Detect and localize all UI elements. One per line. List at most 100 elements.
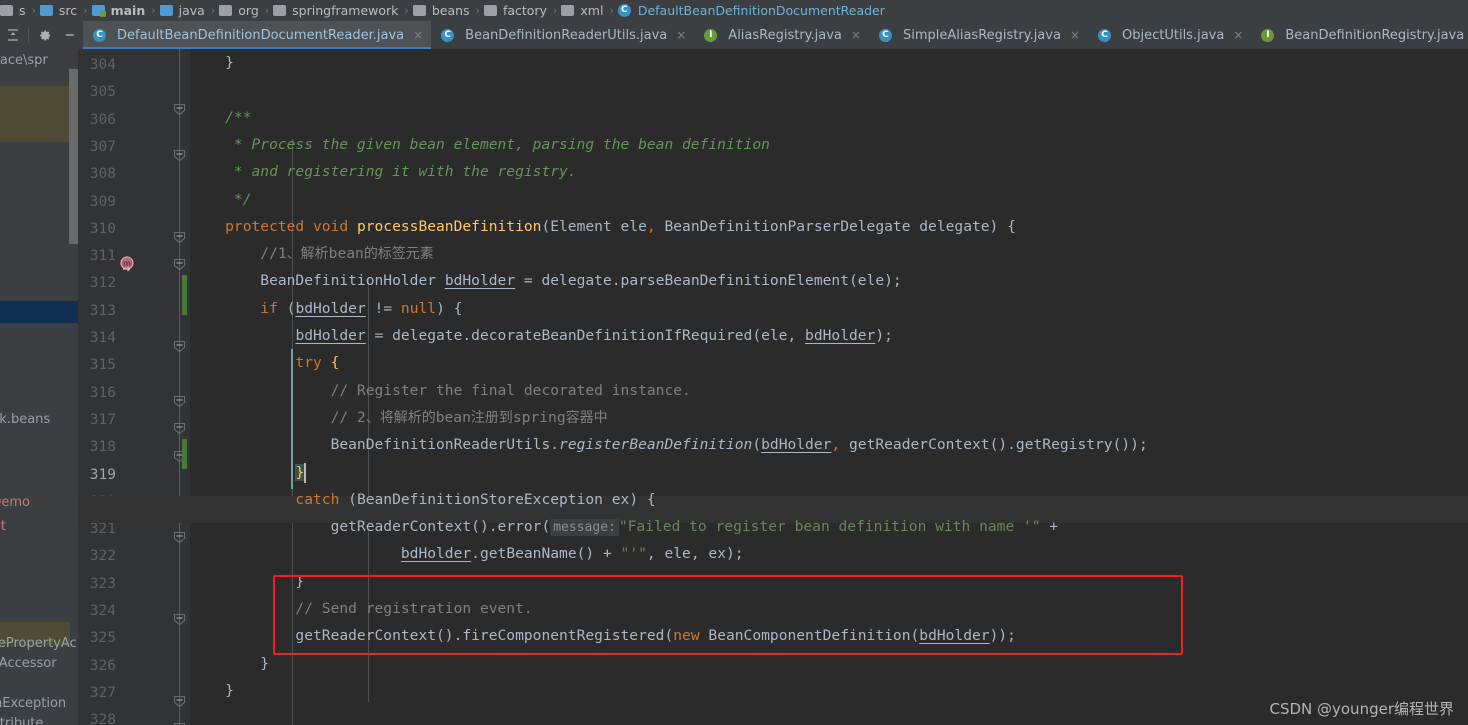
left-panel-selected-row[interactable] xyxy=(0,301,78,323)
line-number-314[interactable]: 314 xyxy=(78,325,116,352)
left-panel-row[interactable]: onException xyxy=(0,696,66,711)
close-tab-icon[interactable]: × xyxy=(676,28,686,42)
fold-marker-304[interactable] xyxy=(173,101,186,116)
left-panel-scrollbar[interactable] xyxy=(69,69,78,244)
breadcrumb-item-defaultbeandefinitiondocumentreader[interactable]: C DefaultBeanDefinitionDocumentReader xyxy=(617,0,887,21)
line-number-305[interactable]: 305 xyxy=(78,79,116,106)
close-tab-icon[interactable]: × xyxy=(1233,28,1243,42)
vcs-change-bar[interactable] xyxy=(182,275,187,315)
left-panel-row[interactable]: Attribute xyxy=(0,716,43,725)
line-number-313[interactable]: 313 xyxy=(78,298,116,325)
fold-marker-323[interactable] xyxy=(173,611,186,626)
line-number-307[interactable]: 307 xyxy=(78,134,116,161)
code-editor[interactable]: 304 305 306 307 308 309 310 311 312 313 314 315 316 3… xyxy=(78,49,1468,725)
code-line-318[interactable]: BeanDefinitionReaderUtils.registerBeanDe… xyxy=(190,431,1148,458)
code-line-317[interactable]: // 2、将解析的bean注册到spring容器中 xyxy=(190,404,608,431)
left-panel-row[interactable]: tyAccessor xyxy=(0,656,57,671)
editor-tab-defaultbeandefinitiondocumentreader[interactable]: C DefaultBeanDefinitionDocumentReader.jav… xyxy=(83,21,432,49)
code-line-314[interactable]: bdHolder = delegate.decorateBeanDefiniti… xyxy=(190,322,892,349)
vcs-change-bar[interactable] xyxy=(182,439,187,469)
line-number-311[interactable]: 311 xyxy=(78,243,116,270)
breadcrumb-item-s[interactable]: s xyxy=(0,0,28,21)
line-number-310[interactable]: 310 xyxy=(78,216,116,243)
line-number-306[interactable]: 306 xyxy=(78,107,116,134)
left-panel-row[interactable]: ork.beans xyxy=(0,412,50,427)
code-line-309[interactable]: */ xyxy=(190,186,252,213)
line-number-325[interactable]: 325 xyxy=(78,625,116,652)
code-line-310[interactable]: protected void processBeanDefinition(Ele… xyxy=(190,213,1016,240)
fold-marker-309[interactable] xyxy=(173,229,186,244)
code-line-323[interactable]: } xyxy=(190,568,304,595)
fold-marker-326[interactable] xyxy=(173,693,186,708)
collapse-all-icon[interactable] xyxy=(0,21,26,49)
left-panel-highlight-row[interactable] xyxy=(0,86,70,142)
breadcrumb-item-main[interactable]: main xyxy=(91,0,148,21)
code-line-325[interactable]: getReaderContext().fireComponentRegister… xyxy=(190,622,1016,649)
fold-marker-316[interactable] xyxy=(173,420,186,435)
breadcrumb-item-java[interactable]: java xyxy=(159,0,207,21)
editor-gutter[interactable]: 304 305 306 307 308 309 310 311 312 313 314 315 316 3… xyxy=(78,49,190,725)
code-line-311[interactable]: //1、解析bean的标签元素 xyxy=(190,240,434,267)
code-text[interactable]: } /** * Process the given bean element, … xyxy=(190,49,1468,725)
editor-tab-beandefinitionregistry[interactable]: IBeanDefinitionRegistry.java× xyxy=(1251,21,1468,49)
left-panel-row[interactable]: est xyxy=(0,519,6,534)
override-method-icon[interactable]: m xyxy=(119,256,136,273)
line-number-312[interactable]: 312 xyxy=(78,270,116,297)
code-line-321[interactable]: getReaderContext().error(message: "Failed… xyxy=(190,513,1058,540)
code-line-312[interactable]: BeanDefinitionHolder bdHolder = delegate… xyxy=(190,267,901,294)
code-line-313[interactable]: if (bdHolder != null) { xyxy=(190,295,462,322)
line-number-304[interactable]: 304 xyxy=(78,52,116,79)
line-number-308[interactable]: 308 xyxy=(78,161,116,188)
settings-gear-icon[interactable] xyxy=(31,21,57,49)
editor-tab-objectutils[interactable]: C ObjectUtils.java × xyxy=(1088,21,1251,49)
editor-tab-bar[interactable]: C DefaultBeanDefinitionDocumentReader.jav… xyxy=(0,21,1468,49)
code-line-322[interactable]: bdHolder.getBeanName() + "'", ele, ex); xyxy=(190,540,744,567)
close-tab-icon[interactable]: × xyxy=(851,28,861,42)
code-line-327[interactable]: } xyxy=(190,677,234,704)
code-line-304[interactable]: } xyxy=(190,49,234,76)
line-number-317[interactable]: 317 xyxy=(78,407,116,434)
line-number-309[interactable]: 309 xyxy=(78,189,116,216)
left-panel-row[interactable]: blePropertyAc xyxy=(0,636,77,651)
line-number-319[interactable]: 319 xyxy=(78,462,116,489)
code-line-306[interactable]: /** xyxy=(190,104,251,131)
code-line-324[interactable]: // Send registration event. xyxy=(190,595,532,622)
line-number-326[interactable]: 326 xyxy=(78,653,116,680)
minimize-icon[interactable] xyxy=(57,21,83,49)
breadcrumb-item-org[interactable]: org xyxy=(219,0,261,21)
background-tool-window[interactable]: orkspace\spr ork.beansrDemoestsbleProper… xyxy=(0,49,78,725)
line-number-328[interactable]: 328 xyxy=(78,707,116,725)
code-line-307[interactable]: * Process the given bean element, parsin… xyxy=(190,131,770,158)
breadcrumb-item-springframework[interactable]: springframework xyxy=(273,0,400,21)
fold-marker-310[interactable] xyxy=(173,256,186,271)
breadcrumb-item-factory[interactable]: factory xyxy=(483,0,549,21)
line-number-322[interactable]: 322 xyxy=(78,543,116,570)
code-line-320[interactable]: catch (BeanDefinitionStoreException ex) … xyxy=(190,486,655,513)
fold-marker-327[interactable] xyxy=(173,720,186,725)
breadcrumb-item-beans[interactable]: beans xyxy=(412,0,472,21)
code-line-315[interactable]: try { xyxy=(190,349,339,376)
breadcrumb[interactable]: s › src › main › java › org › springframework › bean… xyxy=(0,0,1468,21)
fold-marker-320[interactable] xyxy=(173,529,186,544)
editor-tab-beandefinitionreaderutils[interactable]: C BeanDefinitionReaderUtils.java × xyxy=(431,21,694,49)
line-number-315[interactable]: 315 xyxy=(78,352,116,379)
line-number-318[interactable]: 318 xyxy=(78,434,116,461)
editor-tab-aliasregistry[interactable]: I AliasRegistry.java × xyxy=(694,21,869,49)
code-line-326[interactable]: } xyxy=(190,650,269,677)
breadcrumb-item-xml[interactable]: xml xyxy=(561,0,605,21)
line-number-327[interactable]: 327 xyxy=(78,680,116,707)
fold-marker-306[interactable] xyxy=(173,147,186,162)
fold-marker-315[interactable] xyxy=(173,393,186,408)
editor-tab-simplealiasregistry[interactable]: C SimpleAliasRegistry.java × xyxy=(869,21,1088,49)
svg-text:m: m xyxy=(123,259,131,268)
left-panel-row[interactable]: rDemo xyxy=(0,495,30,510)
close-tab-icon[interactable]: × xyxy=(1070,28,1080,42)
close-tab-icon[interactable]: × xyxy=(413,28,423,42)
line-number-323[interactable]: 323 xyxy=(78,571,116,598)
breadcrumb-item-src[interactable]: src xyxy=(39,0,79,21)
code-line-308[interactable]: * and registering it with the registry. xyxy=(190,158,577,185)
code-line-319[interactable]: } xyxy=(190,459,305,486)
line-number-316[interactable]: 316 xyxy=(78,380,116,407)
code-line-316[interactable]: // Register the final decorated instance… xyxy=(190,377,691,404)
line-number-324[interactable]: 324 xyxy=(78,598,116,625)
